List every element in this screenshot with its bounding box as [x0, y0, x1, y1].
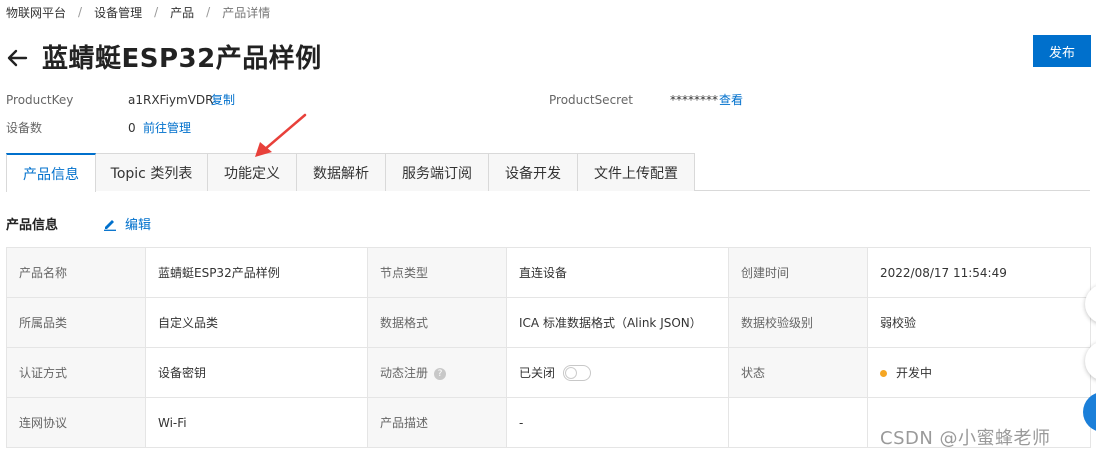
edit-link-label: 编辑 — [125, 218, 152, 233]
breadcrumb-item-product-detail: 产品详情 — [222, 5, 271, 20]
breadcrumb-separator: / — [154, 5, 159, 19]
network-protocol-label: 连网协议 — [6, 397, 146, 448]
auth-method-label: 认证方式 — [6, 347, 146, 398]
product-secret-label: ProductSecret — [549, 93, 633, 107]
tab-file-upload-config[interactable]: 文件上传配置 — [578, 153, 695, 191]
product-name-label: 产品名称 — [6, 247, 146, 298]
product-info-table: 产品名称 蓝蜻蜓ESP32产品样例 节点类型 直连设备 创建时间 2022/08… — [6, 247, 1091, 448]
tab-function-definition[interactable]: 功能定义 — [208, 153, 297, 191]
watermark: CSDN @小蜜蜂老师 — [880, 428, 1051, 449]
dynamic-register-cell: 动态注册? — [367, 347, 507, 398]
product-key-value: a1RXFiymVDR — [128, 93, 214, 107]
data-format-label: 数据格式 — [367, 297, 507, 348]
table-row: 产品名称 蓝蜻蜓ESP32产品样例 节点类型 直连设备 创建时间 2022/08… — [6, 247, 1091, 298]
created-time-value: 2022/08/17 11:54:49 — [867, 247, 1091, 298]
dynamic-register-value-cell: 已关闭 — [506, 347, 729, 398]
product-key-label: ProductKey — [6, 93, 74, 107]
table-row: 所属品类 自定义品类 数据格式 ICA 标准数据格式（Alink JSON） 数… — [6, 297, 1091, 348]
edit-link[interactable]: 编辑 — [103, 214, 151, 233]
help-icon[interactable]: ? — [434, 367, 447, 380]
data-format-value: ICA 标准数据格式（Alink JSON） — [506, 297, 729, 348]
product-description-value: - — [506, 397, 729, 448]
edit-icon — [104, 219, 116, 231]
breadcrumb-item-platform[interactable]: 物联网平台 — [6, 4, 66, 21]
tab-topic-list[interactable]: Topic 类列表 — [96, 153, 208, 191]
status-dot-icon — [880, 370, 887, 377]
copy-link[interactable]: 复制 — [211, 92, 235, 108]
network-protocol-value: Wi-Fi — [145, 397, 368, 448]
product-name-value: 蓝蜻蜓ESP32产品样例 — [145, 247, 368, 298]
breadcrumb-item-device-management[interactable]: 设备管理 — [94, 4, 142, 21]
publish-button[interactable]: 发布 — [1033, 35, 1091, 67]
empty-cell — [728, 397, 868, 448]
node-type-label: 节点类型 — [367, 247, 507, 298]
tab-device-development[interactable]: 设备开发 — [489, 153, 578, 191]
table-row: 认证方式 设备密钥 动态注册? 已关闭 状态 开发中 — [6, 347, 1091, 398]
toggle-knob — [565, 367, 578, 380]
status-value: 开发中 — [896, 366, 933, 380]
category-label: 所属品类 — [6, 297, 146, 348]
validation-level-label: 数据校验级别 — [728, 297, 868, 348]
dynamic-register-label: 动态注册 — [380, 366, 429, 380]
status-value-cell: 开发中 — [867, 347, 1091, 398]
back-arrow-icon[interactable] — [6, 47, 28, 69]
breadcrumb-separator: / — [206, 5, 211, 19]
node-type-value: 直连设备 — [506, 247, 729, 298]
validation-level-value: 弱校验 — [867, 297, 1091, 348]
auth-method-value: 设备密钥 — [145, 347, 368, 398]
created-time-label: 创建时间 — [728, 247, 868, 298]
section-title: 产品信息 — [6, 218, 59, 233]
status-label: 状态 — [728, 347, 868, 398]
device-count-label: 设备数 — [6, 121, 43, 135]
tab-data-parsing[interactable]: 数据解析 — [297, 153, 386, 191]
dynamic-register-status: 已关闭 — [519, 365, 556, 380]
category-value: 自定义品类 — [145, 297, 368, 348]
view-secret-link[interactable]: 查看 — [719, 92, 743, 108]
product-secret-value: ******** — [670, 93, 718, 107]
tab-bar: 产品信息 Topic 类列表 功能定义 数据解析 服务端订阅 设备开发 文件上传… — [6, 153, 1090, 192]
dynamic-register-toggle[interactable] — [563, 365, 592, 382]
breadcrumb-item-product[interactable]: 产品 — [170, 4, 194, 21]
breadcrumb: 物联网平台 / 设备管理 / 产品 / 产品详情 — [6, 4, 270, 20]
tab-server-subscription[interactable]: 服务端订阅 — [386, 153, 489, 191]
device-count-value: 0 — [128, 121, 136, 135]
manage-devices-link[interactable]: 前往管理 — [143, 120, 191, 136]
product-description-label: 产品描述 — [367, 397, 507, 448]
page-title: 蓝蜻蜓ESP32产品样例 — [42, 44, 322, 74]
tab-product-info[interactable]: 产品信息 — [6, 153, 96, 192]
breadcrumb-separator: / — [78, 5, 83, 19]
